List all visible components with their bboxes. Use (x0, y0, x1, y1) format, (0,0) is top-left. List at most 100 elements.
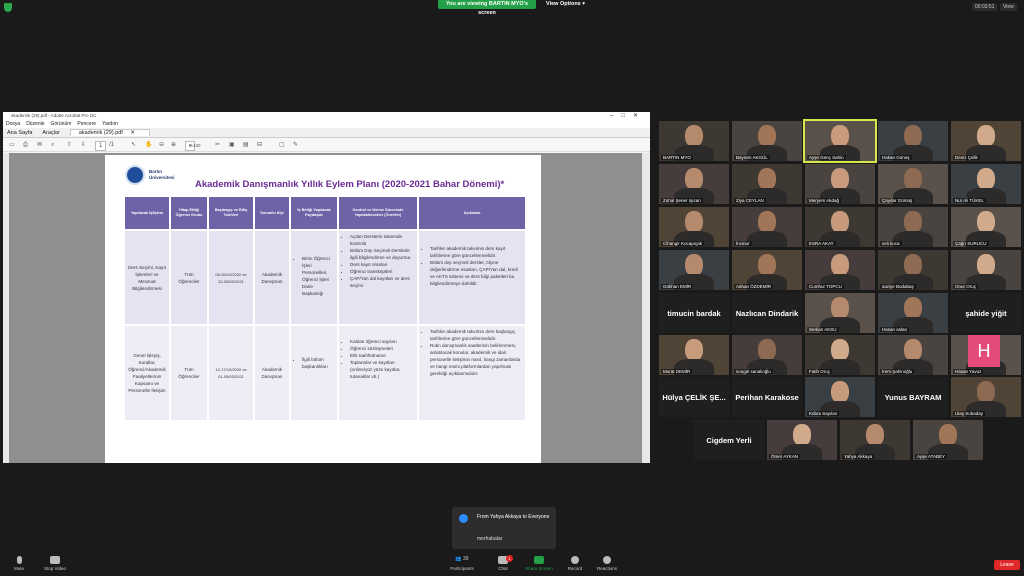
crop-icon[interactable]: ✂ (215, 139, 220, 152)
participants-button[interactable]: 👥 39 Participants (445, 556, 479, 571)
menu-edit[interactable]: Düzenle (26, 121, 44, 127)
participant-tile[interactable]: saziye Bodabaş (878, 250, 948, 290)
table-cell: Tüm Öğrenciler (171, 231, 207, 324)
microphone-icon (16, 556, 22, 564)
participant-tile[interactable]: Cumhur TOPCU (805, 250, 875, 290)
participant-tile[interactable]: ESRA AKAY (805, 207, 875, 247)
menu-help[interactable]: Yardım (102, 121, 118, 127)
participant-video (904, 297, 922, 319)
page-number-field[interactable]: 1 (95, 141, 107, 151)
record-button[interactable]: Record (558, 556, 592, 571)
email-icon[interactable]: ✉ (37, 139, 42, 152)
hand-tool-icon[interactable]: ✋ (145, 139, 152, 152)
participant-tile[interactable]: Adnan ÖZDEMİR (732, 250, 802, 290)
participant-tile[interactable]: Ömer AYKAN (767, 420, 837, 460)
table-cell: 12-17/10/2020 ve 01-05/03/2021 (209, 326, 253, 420)
participant-name: Ayşe ATABEY (915, 454, 948, 459)
view-options-button[interactable]: View Options ▾ (546, 1, 585, 7)
chat-notification[interactable]: From Yahya Akkaya to Everyone merhabalar (452, 507, 556, 549)
participant-name-tile[interactable]: Nazlıcan Dindarik (732, 293, 802, 333)
share-screen-button[interactable]: Share Screen (522, 556, 556, 571)
participant-name-tile[interactable]: şahide yiğit (951, 293, 1021, 333)
table-cell: Tarihler akademik takvimin ders başlangı… (419, 326, 525, 420)
participant-tile[interactable]: Serkan AKSU (805, 293, 875, 333)
menu-window[interactable]: Pencere (77, 121, 96, 127)
participant-video (904, 211, 922, 233)
participant-name: Serkan AKSU (807, 327, 839, 332)
participant-video (793, 424, 811, 446)
export-icon[interactable]: ▤ (243, 139, 249, 152)
stamp-icon[interactable]: ⊟ (257, 139, 262, 152)
participant-tile[interactable]: Çaydar Gümüş (878, 164, 948, 204)
table-header: Yapılacak İş/İşlem (125, 197, 169, 229)
mute-button[interactable]: Mute (2, 556, 36, 571)
participant-tile[interactable]: Hakan Güneş (878, 121, 948, 161)
participant-tile[interactable]: Deniz Çelik (951, 121, 1021, 161)
participant-tile[interactable]: Onur Oruç (951, 250, 1021, 290)
left-sidebar[interactable] (3, 153, 9, 463)
table-header: Başlangıç ve Bitiş Tarihleri (209, 197, 253, 229)
participant-tile[interactable]: Gökhan EMİR (659, 250, 729, 290)
participant-tile[interactable]: Bayram AKGÜL (732, 121, 802, 161)
participant-name-tile[interactable]: Cigdem Yerli (694, 420, 764, 460)
tab-tools[interactable]: Araçlar (42, 130, 59, 136)
participant-tile[interactable]: Yahya Akkaya (840, 420, 910, 460)
sign-icon[interactable]: ✎ (293, 139, 298, 152)
tab-home[interactable]: Ana Sayfa (7, 130, 32, 136)
leave-button[interactable]: Leave (994, 560, 1020, 570)
save-icon[interactable]: ▭ (9, 139, 15, 152)
participant-name-tile[interactable]: Hülya ÇELİK ŞE... (659, 377, 729, 417)
view-button[interactable]: View (1000, 3, 1017, 11)
participant-tile[interactable]: Ayşe Genç Sahin (803, 119, 877, 163)
stop-video-button[interactable]: Stop Video (38, 556, 72, 571)
participant-tile[interactable]: İncinur (732, 207, 802, 247)
participant-video (977, 381, 995, 403)
participant-tile[interactable]: Murat DEMİR (659, 335, 729, 375)
participant-tile[interactable]: Nur Ali TÜKEL (951, 164, 1021, 204)
participant-tile[interactable]: Zuhal Şener Işıcan (659, 164, 729, 204)
participant-tile[interactable]: Fatih Oruç (805, 335, 875, 375)
meeting-timer: 00:03:51 (972, 3, 998, 11)
table-cell: Tarihler akademik takvimin ders kayıt ta… (419, 231, 525, 324)
participant-tile[interactable]: songül sanalioğlu (732, 335, 802, 375)
participant-tile[interactable]: Ziya CEYLAN (732, 164, 802, 204)
tab-document[interactable]: akademik (29).pdf ✕ (69, 129, 150, 136)
participant-tile[interactable]: İrem Şahinoğlu (878, 335, 948, 375)
comment-icon[interactable]: ▢ (279, 139, 285, 152)
participant-name-tile[interactable]: timucin bardak (659, 293, 729, 333)
window-controls[interactable]: –□✕ (610, 112, 646, 119)
shield-icon[interactable] (4, 3, 12, 12)
participant-body (747, 231, 787, 247)
fit-page-icon[interactable]: ▣ (229, 139, 235, 152)
select-tool-icon[interactable]: ↖ (131, 139, 136, 152)
participant-tile[interactable]: Ulaş Sobaday (951, 377, 1021, 417)
next-page-icon[interactable]: ⇩ (81, 139, 86, 152)
participant-name-tile[interactable]: Yunus BAYRAM (878, 377, 948, 417)
print-icon[interactable]: ⎙ (23, 139, 28, 152)
participant-tile[interactable]: Ayşe ATABEY (913, 420, 983, 460)
participant-tile[interactable]: veli koca (878, 207, 948, 247)
participant-tile[interactable]: Cihangir Kocapıçak (659, 207, 729, 247)
participant-name: Onur Oruç (953, 284, 979, 289)
participant-name-tile[interactable]: Perihan Karakose (732, 377, 802, 417)
participant-tile[interactable]: BARTIN MYO (659, 121, 729, 161)
participant-tile[interactable]: Hasan aslan (878, 293, 948, 333)
zoom-out-icon[interactable]: ⊖ (159, 139, 164, 152)
prev-page-icon[interactable]: ⇧ (67, 139, 72, 152)
chat-button[interactable]: Chat (486, 556, 520, 571)
participant-video (904, 168, 922, 190)
participant-video (831, 381, 849, 403)
participant-name: Yahya Akkaya (842, 454, 875, 459)
reactions-button[interactable]: Reactions (590, 556, 624, 571)
participant-tile[interactable]: Meryem Akdağ (805, 164, 875, 204)
menu-file[interactable]: Dosya (6, 121, 20, 127)
record-icon (571, 556, 579, 564)
participant-tile[interactable]: Kübra Sayılan (805, 377, 875, 417)
search-icon[interactable]: ⌕ (51, 139, 54, 152)
zoom-select[interactable]: %100 ▾ (185, 141, 201, 151)
menu-view[interactable]: Görünüm (51, 121, 72, 127)
participant-tile[interactable]: Çağrı SURUCU (951, 207, 1021, 247)
vertical-scrollbar[interactable] (642, 153, 650, 463)
participant-video (758, 211, 776, 233)
zoom-in-icon[interactable]: ⊕ (171, 139, 176, 152)
